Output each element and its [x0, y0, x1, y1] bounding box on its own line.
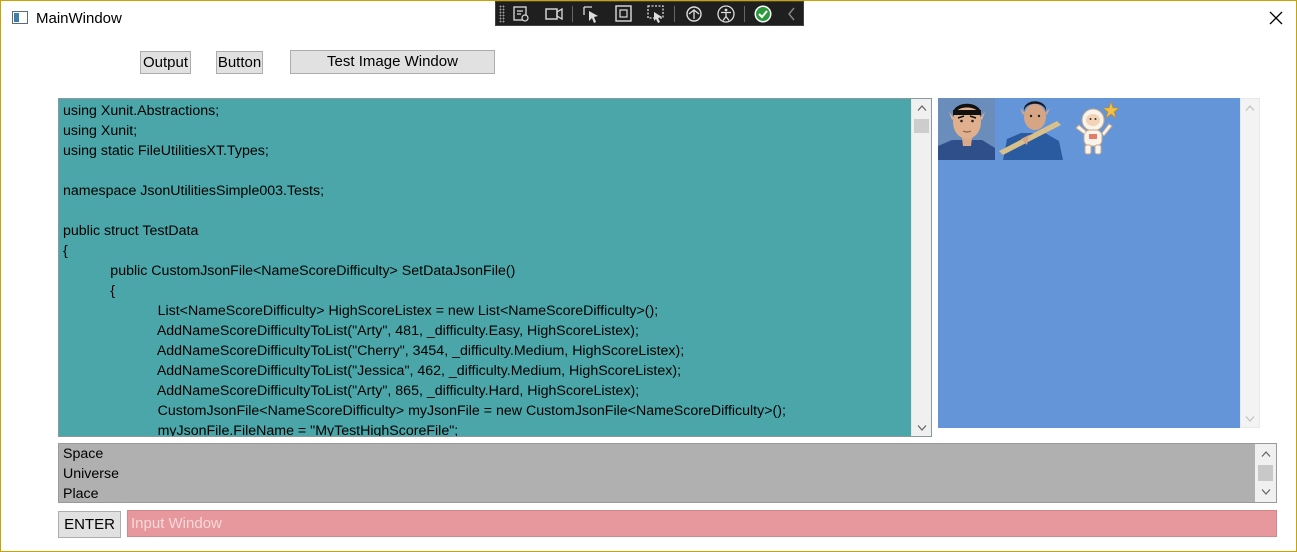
- chevron-down-icon: [917, 424, 926, 431]
- toolbar-grip[interactable]: [499, 5, 505, 23]
- code-line: using static FileUtilitiesXT.Types;: [63, 143, 269, 159]
- list-vertical-scrollbar[interactable]: [1255, 444, 1276, 502]
- output-list-box[interactable]: Space Universe Place: [58, 443, 1277, 503]
- close-button[interactable]: [1259, 3, 1293, 33]
- chevron-down-icon: [1245, 415, 1255, 422]
- scroll-down-arrow[interactable]: [912, 419, 931, 436]
- code-line: using Xunit;: [63, 123, 138, 139]
- toolbar-separator: [674, 6, 675, 22]
- code-line: using Xunit.Abstractions;: [63, 103, 220, 119]
- input-window-field[interactable]: [127, 510, 1277, 537]
- app-window-icon: [12, 11, 28, 24]
- accessibility-icon[interactable]: [715, 4, 737, 24]
- code-line: AddNameScoreDifficultyToList("Jessica", …: [63, 363, 682, 379]
- code-line: List<NameScoreDifficulty> HighScoreListe…: [63, 303, 659, 319]
- code-vertical-scrollbar[interactable]: [911, 99, 931, 436]
- output-button[interactable]: Output: [140, 51, 191, 74]
- scroll-down-arrow[interactable]: [1241, 410, 1259, 427]
- chevron-up-icon: [1261, 451, 1270, 457]
- code-line: AddNameScoreDifficultyToList("Arty", 481…: [63, 323, 639, 339]
- spock-with-instrument-image: [999, 99, 1065, 160]
- toolbar-separator: [744, 6, 745, 22]
- chevron-up-icon: [1245, 104, 1255, 111]
- scroll-up-arrow[interactable]: [1241, 99, 1259, 116]
- code-text-box[interactable]: using Xunit.Abstractions; using Xunit; usi…: [58, 98, 932, 437]
- hot-reload-icon[interactable]: [683, 4, 705, 24]
- code-line: public struct TestData: [63, 223, 199, 239]
- scroll-up-arrow[interactable]: [1255, 444, 1276, 464]
- collapse-chevron-icon[interactable]: [781, 4, 803, 24]
- display-layout-adorners-icon[interactable]: [613, 4, 635, 24]
- list-item[interactable]: Place: [63, 484, 99, 502]
- window-title: MainWindow: [36, 10, 122, 27]
- live-visual-tree-icon[interactable]: [510, 4, 532, 24]
- test-image-window-button[interactable]: Test Image Window: [290, 50, 495, 74]
- code-line: AddNameScoreDifficultyToList("Cherry", 3…: [63, 343, 685, 359]
- scroll-thumb[interactable]: [914, 119, 929, 133]
- main-window: MainWindow Output Button Test Image Wind…: [0, 0, 1297, 552]
- image-panel: [938, 98, 1240, 428]
- code-line: AddNameScoreDifficultyToList("Arty", 865…: [63, 383, 640, 399]
- list-item[interactable]: Universe: [63, 464, 119, 484]
- astronaut-cartoon-image: [1071, 100, 1121, 158]
- close-icon: [1269, 11, 1283, 25]
- code-content: using Xunit.Abstractions; using Xunit; usi…: [63, 101, 908, 437]
- track-focused-element-icon[interactable]: [645, 4, 667, 24]
- camera-icon[interactable]: [543, 4, 565, 24]
- list-item[interactable]: Space: [63, 444, 103, 464]
- button-button[interactable]: Button: [216, 51, 263, 74]
- checkmark-icon[interactable]: [752, 4, 774, 24]
- chevron-up-icon: [917, 104, 926, 111]
- scroll-up-arrow[interactable]: [912, 99, 931, 116]
- code-line: myJsonFile.FileName = "MyTestHighScoreFi…: [63, 423, 459, 437]
- scroll-down-arrow[interactable]: [1255, 482, 1276, 502]
- toolbar-separator: [572, 6, 573, 22]
- enter-button[interactable]: ENTER: [58, 511, 121, 538]
- image-vertical-scrollbar[interactable]: [1240, 98, 1260, 428]
- spock-portrait-image: [938, 98, 995, 160]
- code-line: {: [63, 243, 68, 259]
- code-line: CustomJsonFile<NameScoreDifficulty> myJs…: [63, 403, 786, 419]
- code-line: public CustomJsonFile<NameScoreDifficult…: [63, 263, 516, 279]
- code-line: {: [63, 283, 116, 299]
- scroll-thumb[interactable]: [1258, 465, 1273, 481]
- wpf-debug-toolbar: [495, 1, 804, 26]
- code-line: namespace JsonUtilitiesSimple003.Tests;: [63, 183, 325, 199]
- chevron-down-icon: [1261, 489, 1270, 495]
- select-element-icon[interactable]: [581, 4, 603, 24]
